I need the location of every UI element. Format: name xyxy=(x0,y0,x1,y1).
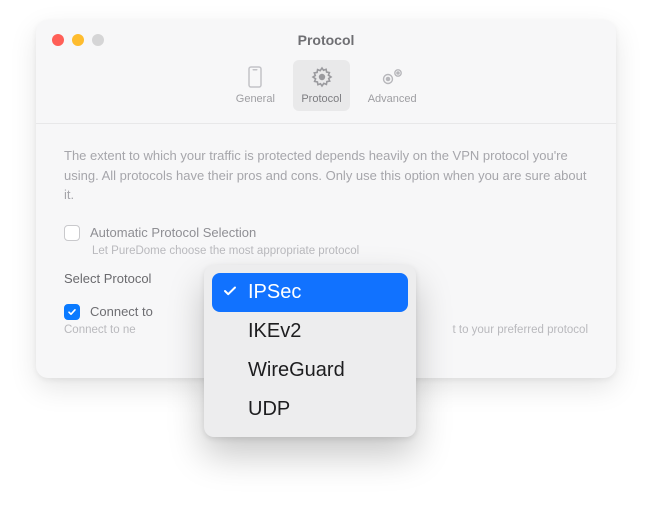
connect-fallback-checkbox[interactable] xyxy=(64,304,80,320)
tab-general[interactable]: General xyxy=(227,60,283,111)
menu-item-ipsec[interactable]: IPSec xyxy=(212,273,408,312)
close-window-button[interactable] xyxy=(52,34,64,46)
general-icon xyxy=(242,64,268,90)
gear-icon xyxy=(309,64,335,90)
traffic-lights xyxy=(52,34,104,46)
connect-fallback-label: Connect to xyxy=(90,304,153,319)
gears-icon xyxy=(379,64,405,90)
menu-item-label: WireGuard xyxy=(248,359,345,381)
menu-item-wireguard[interactable]: WireGuard xyxy=(212,351,408,390)
menu-item-label: UDP xyxy=(248,398,290,420)
minimize-window-button[interactable] xyxy=(72,34,84,46)
auto-protocol-hint: Let PureDome choose the most appropriate… xyxy=(92,245,588,257)
auto-protocol-row[interactable]: Automatic Protocol Selection xyxy=(64,225,588,241)
tab-advanced[interactable]: Advanced xyxy=(360,60,425,111)
tab-protocol[interactable]: Protocol xyxy=(293,60,349,111)
tab-label: General xyxy=(236,93,275,105)
menu-item-udp[interactable]: UDP xyxy=(212,390,408,429)
auto-protocol-label: Automatic Protocol Selection xyxy=(90,225,256,240)
tab-label: Advanced xyxy=(368,93,417,105)
menu-item-label: IPSec xyxy=(248,281,301,303)
zoom-window-button[interactable] xyxy=(92,34,104,46)
preferences-toolbar: General Protocol Advanced xyxy=(36,60,616,124)
window-title: Protocol xyxy=(298,32,355,48)
checkmark-icon xyxy=(67,307,77,317)
menu-item-ikev2[interactable]: IKEv2 xyxy=(212,312,408,351)
protocol-dropdown-menu[interactable]: IPSec IKEv2 WireGuard UDP xyxy=(204,265,416,437)
tab-label: Protocol xyxy=(301,93,341,105)
checkmark-icon xyxy=(222,281,238,304)
menu-item-label: IKEv2 xyxy=(248,320,301,342)
titlebar: Protocol xyxy=(36,20,616,60)
description-text: The extent to which your traffic is prot… xyxy=(64,146,588,205)
auto-protocol-checkbox[interactable] xyxy=(64,225,80,241)
